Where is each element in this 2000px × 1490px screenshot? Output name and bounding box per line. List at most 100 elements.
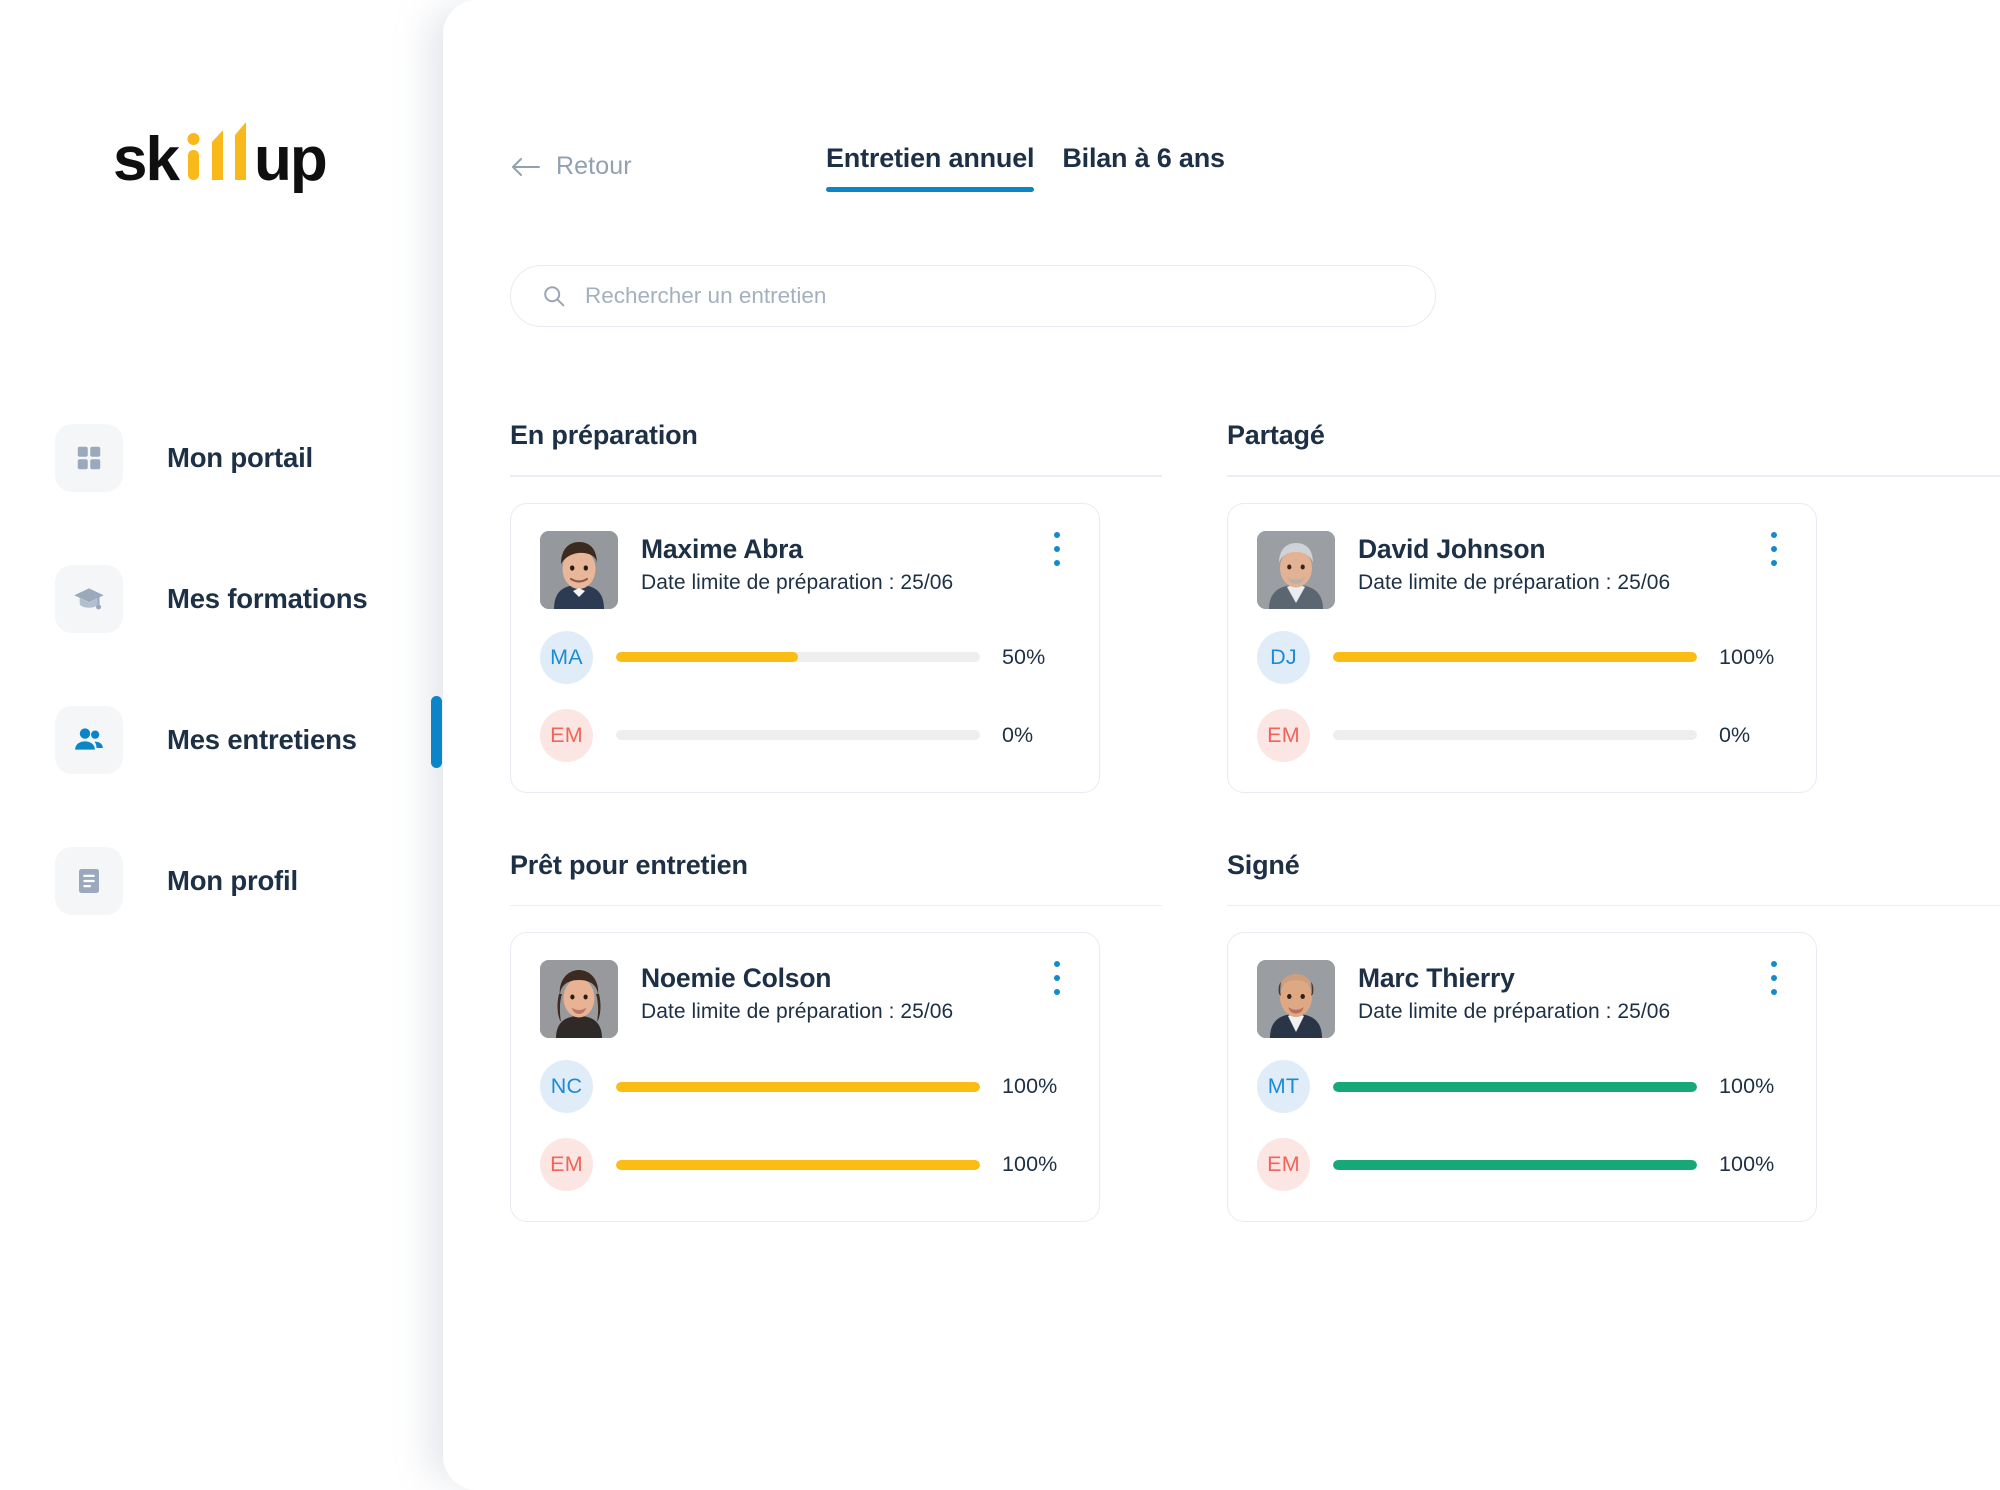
sidebar-item-label: Mes entretiens	[167, 724, 357, 755]
progress-track	[616, 652, 980, 662]
person-deadline: Date limite de préparation : 25/06	[1358, 570, 1671, 594]
search-bar[interactable]	[510, 265, 1436, 327]
progress-row: DJ 100%	[1257, 630, 1787, 684]
sidebar-item-mon-portail[interactable]: Mon portail	[55, 422, 425, 494]
progress-track	[1333, 652, 1697, 662]
board-row: Prêt pour entretien Noemie Colson Date l…	[443, 849, 2000, 1222]
sidebar: sk up Mon portail Mes formations Mes ent…	[0, 0, 443, 1490]
card-header-text: Marc Thierry Date limite de préparation …	[1358, 960, 1787, 1024]
progress-row: EM 0%	[1257, 708, 1787, 762]
section-title: En préparation	[510, 420, 698, 450]
more-options-icon[interactable]	[1760, 531, 1788, 566]
progress-fill	[616, 1159, 980, 1170]
sidebar-item-mes-formations[interactable]: Mes formations	[55, 563, 425, 635]
entretien-card[interactable]: David Johnson Date limite de préparation…	[1227, 502, 1817, 793]
more-options-icon[interactable]	[1043, 531, 1071, 566]
avatar	[540, 960, 618, 1038]
initials-avatar: EM	[540, 1138, 593, 1191]
document-icon	[55, 847, 123, 915]
more-options-icon[interactable]	[1043, 961, 1071, 995]
skillup-logo[interactable]: sk up	[113, 120, 328, 194]
board-column-signe: Signé Marc Thierry Date limite de prépar…	[1227, 849, 2000, 1222]
progress-track	[616, 1159, 980, 1170]
initials-avatar: MT	[1257, 1060, 1310, 1113]
initials-avatar: MA	[540, 630, 593, 684]
progress-fill	[1333, 1159, 1697, 1170]
card-header: Noemie Colson Date limite de préparation…	[540, 960, 1070, 1038]
progress-track	[1333, 1081, 1697, 1092]
svg-text:up: up	[254, 125, 326, 194]
initials-avatar: DJ	[1257, 630, 1310, 684]
tab-bar: Entretien annuel Bilan à 6 ans	[826, 143, 1225, 192]
search-icon	[544, 286, 565, 307]
progress-percent: 100%	[1002, 1074, 1058, 1098]
sidebar-item-label: Mes formations	[167, 583, 368, 614]
card-header: Maxime Abra Date limite de préparation :…	[540, 530, 1070, 609]
progress-percent: 50%	[1002, 644, 1046, 669]
entretien-card[interactable]: Marc Thierry Date limite de préparation …	[1227, 932, 1817, 1222]
progress-track	[616, 730, 980, 740]
back-button[interactable]: Retour	[511, 152, 632, 181]
progress-percent: 100%	[1002, 1152, 1058, 1176]
progress-percent: 0%	[1002, 722, 1034, 747]
person-name: Marc Thierry	[1358, 963, 1515, 993]
section-divider	[510, 904, 1162, 906]
svg-text:sk: sk	[113, 125, 180, 194]
tab-bilan-a-6-ans[interactable]: Bilan à 6 ans	[1062, 143, 1225, 192]
app-root: sk up Mon portail Mes formations Mes ent…	[0, 0, 2000, 1490]
initials-avatar: EM	[1257, 1138, 1310, 1191]
users-icon	[55, 706, 123, 774]
progress-row: NC 100%	[540, 1060, 1070, 1113]
entretien-card[interactable]: Maxime Abra Date limite de préparation :…	[510, 502, 1100, 793]
avatar	[1257, 960, 1335, 1038]
progress-list: MT 100% EM 100%	[1257, 1060, 1787, 1191]
progress-percent: 100%	[1719, 1152, 1775, 1176]
more-options-icon[interactable]	[1760, 961, 1788, 995]
sidebar-item-label: Mon profil	[167, 865, 298, 896]
card-header: Marc Thierry Date limite de préparation …	[1257, 960, 1787, 1038]
person-name: David Johnson	[1358, 533, 1546, 564]
graduation-cap-icon	[55, 565, 123, 633]
progress-percent: 0%	[1719, 722, 1751, 747]
sidebar-active-indicator	[431, 696, 442, 768]
board-column-en-preparation: En préparation Maxime Abra Date limite d…	[510, 420, 1162, 793]
progress-list: NC 100% EM 100%	[540, 1060, 1070, 1191]
person-deadline: Date limite de préparation : 25/06	[1358, 1000, 1671, 1024]
section-divider	[510, 475, 1162, 477]
person-deadline: Date limite de préparation : 25/06	[641, 1000, 954, 1024]
board-column-partage: Partagé David Johnson Date limite de pré…	[1227, 420, 2000, 793]
person-name: Noemie Colson	[641, 963, 832, 993]
sidebar-item-label: Mon portail	[167, 442, 313, 473]
progress-row: MT 100%	[1257, 1060, 1787, 1113]
sidebar-item-mes-entretiens[interactable]: Mes entretiens	[55, 704, 425, 776]
entretiens-board: En préparation Maxime Abra Date limite d…	[443, 420, 2000, 1222]
section-title: Prêt pour entretien	[510, 849, 748, 880]
back-button-label: Retour	[556, 152, 632, 180]
section-title: Signé	[1227, 849, 1300, 880]
card-header-text: Noemie Colson Date limite de préparation…	[641, 960, 1070, 1024]
sidebar-item-mon-profil[interactable]: Mon profil	[55, 845, 425, 917]
card-header-text: David Johnson Date limite de préparation…	[1358, 531, 1787, 595]
progress-percent: 100%	[1719, 644, 1775, 669]
entretien-card[interactable]: Noemie Colson Date limite de préparation…	[510, 932, 1100, 1222]
card-header: David Johnson Date limite de préparation…	[1257, 530, 1787, 609]
search-input[interactable]	[585, 283, 1411, 309]
initials-avatar: EM	[540, 708, 593, 762]
section-divider	[1227, 904, 2000, 906]
person-deadline: Date limite de préparation : 25/06	[641, 570, 954, 594]
progress-row: EM 100%	[1257, 1138, 1787, 1191]
main-panel: Retour Entretien annuel Bilan à 6 ans En…	[443, 0, 2000, 1490]
progress-list: DJ 100% EM 0%	[1257, 630, 1787, 762]
progress-track	[616, 1081, 980, 1092]
avatar	[1257, 530, 1335, 609]
initials-avatar: EM	[1257, 708, 1310, 762]
section-divider	[1227, 475, 2000, 477]
progress-percent: 100%	[1719, 1074, 1775, 1098]
progress-track	[1333, 1159, 1697, 1170]
grid-icon	[55, 424, 123, 492]
progress-fill	[1333, 1081, 1697, 1092]
board-column-pret-pour-entretien: Prêt pour entretien Noemie Colson Date l…	[510, 849, 1162, 1222]
tab-entretien-annuel[interactable]: Entretien annuel	[826, 143, 1035, 192]
progress-fill	[616, 1081, 980, 1092]
progress-row: EM 0%	[540, 708, 1070, 762]
